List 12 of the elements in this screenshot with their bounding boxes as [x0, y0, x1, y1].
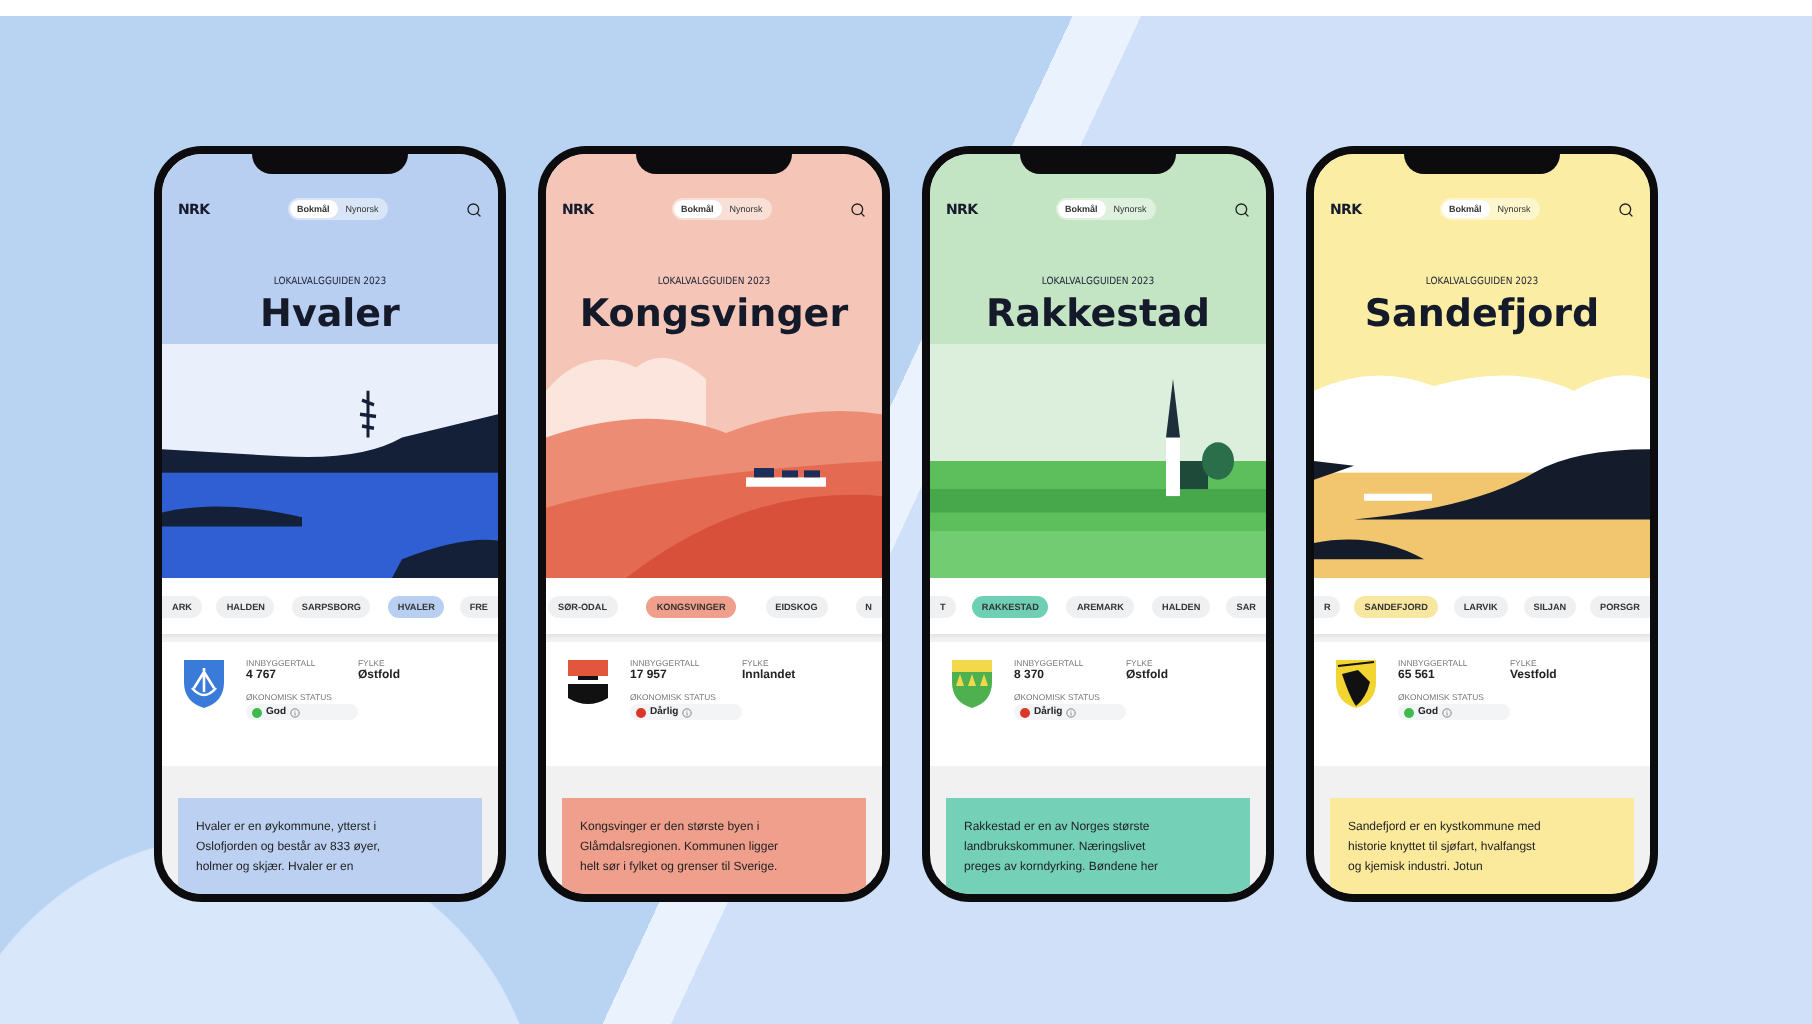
municipality-title: Rakkestad [986, 292, 1210, 336]
coat-of-arms-icon [1334, 658, 1378, 710]
search-icon[interactable] [1618, 201, 1634, 217]
coat-of-arms-icon [566, 658, 610, 710]
search-icon[interactable] [1234, 201, 1250, 217]
coat-of-arms-icon [950, 658, 994, 710]
municipality-title: Hvaler [260, 292, 400, 336]
coat-of-arms-icon [182, 658, 226, 710]
municipality-title: Sandefjord [1364, 292, 1600, 336]
search-icon[interactable] [850, 201, 866, 217]
municipality-title: Kongsvinger [579, 292, 849, 336]
search-icon[interactable] [466, 201, 482, 217]
